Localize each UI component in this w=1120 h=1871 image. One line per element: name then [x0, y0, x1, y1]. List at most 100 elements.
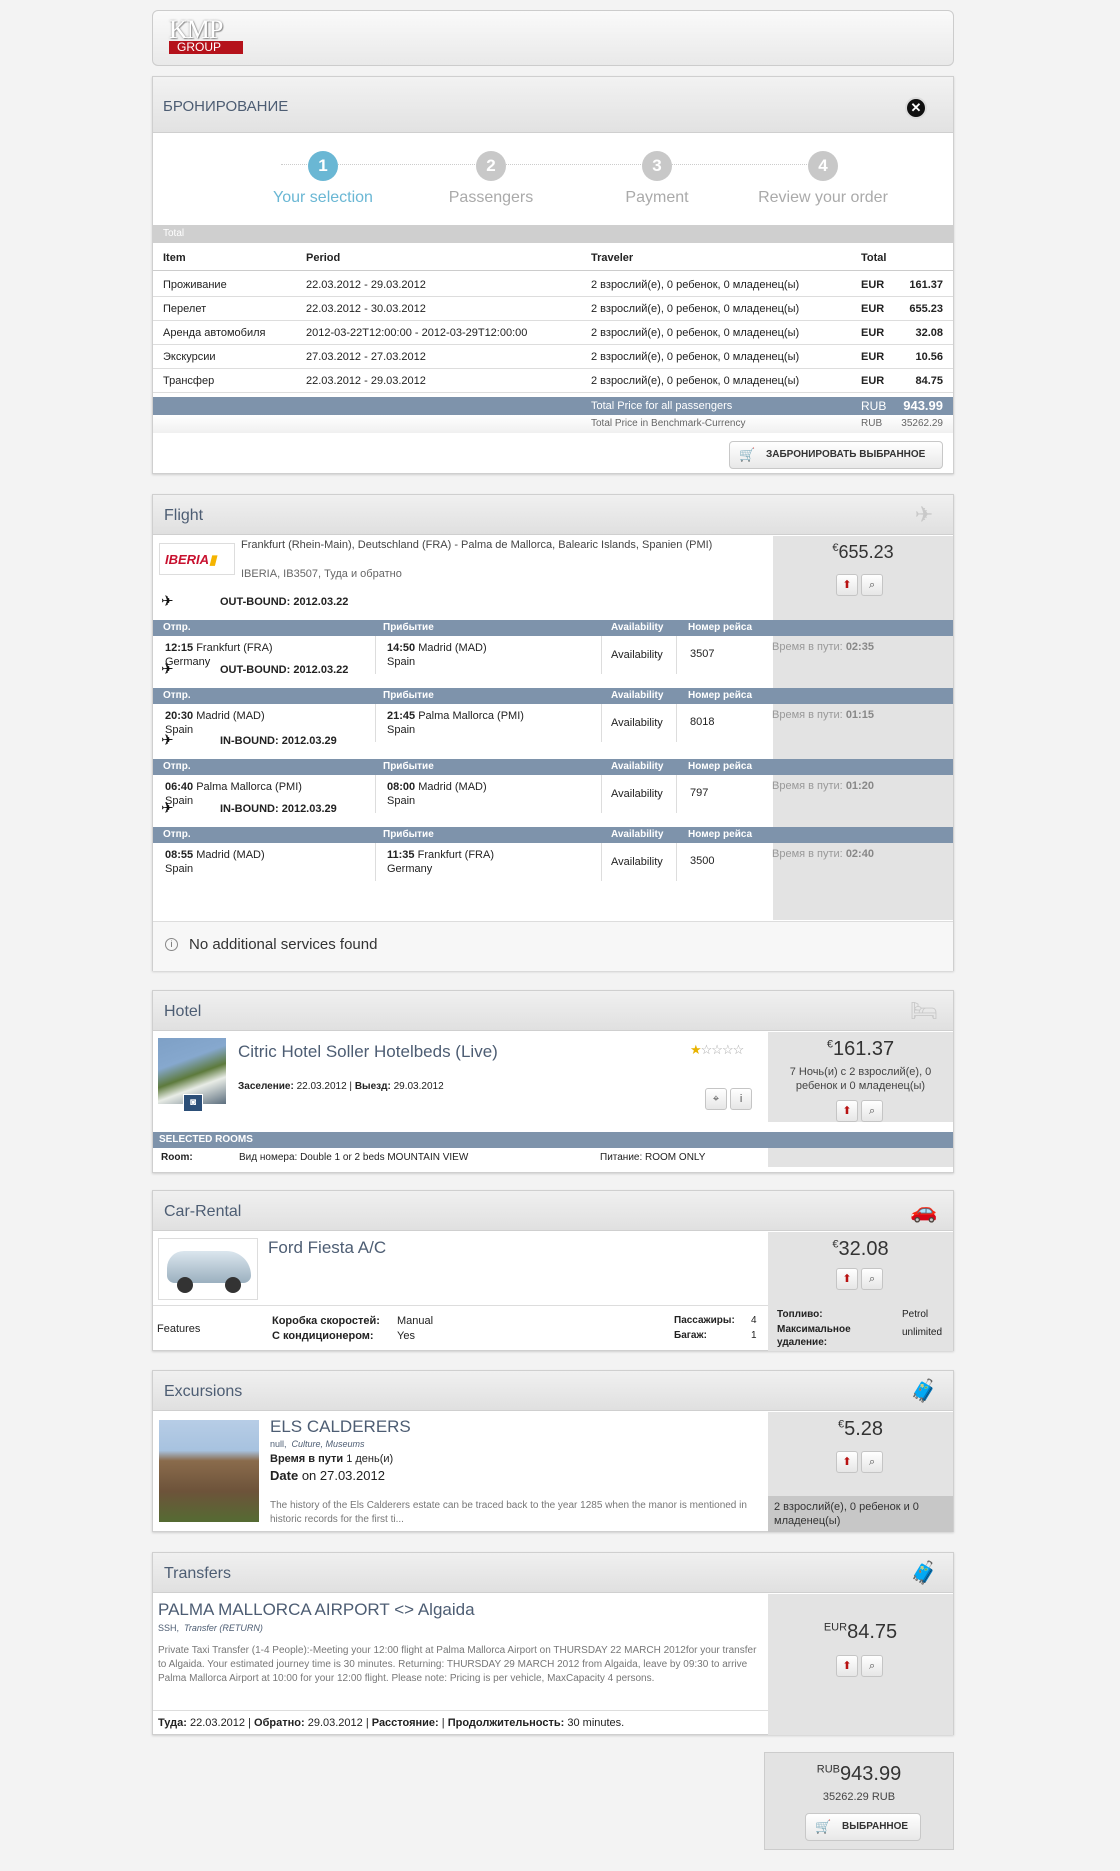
arr-time: 08:00 — [387, 781, 416, 793]
back-date: 29.03.2012 — [307, 1717, 363, 1729]
step-number: 3 — [642, 151, 672, 181]
leg-columns: Отпр. Прибытие Availability Номер рейса — [153, 620, 953, 636]
row-traveler: 2 взрослий(е), 0 ребенок, 0 младенец(ы) — [591, 279, 800, 291]
leg-bound: ✈ OUT-BOUND: 2012.03.22 — [153, 659, 773, 681]
date-label: Date — [270, 1468, 299, 1483]
transfer-panel: Transfers 🧳 PALMA MALLORCA AIRPORT <> Alg… — [152, 1552, 954, 1735]
select-car-button[interactable]: ⬆ — [836, 1268, 858, 1290]
car-panel: Car-Rental 🚗 Ford Fiesta A/C €32.08 ⬆ ⌕ F… — [152, 1190, 954, 1351]
excursion-photo[interactable] — [159, 1420, 259, 1522]
price-amount: 161.37 — [832, 1038, 895, 1060]
camera-icon[interactable]: ◙ — [183, 1094, 203, 1112]
row-item: Перелет — [163, 303, 207, 315]
travel-time: Время в пути: 01:15 — [772, 709, 874, 721]
car-price: €32.08 — [768, 1238, 953, 1261]
transfer-name[interactable]: PALMA MALLORCA AIRPORT <> Algaida — [158, 1600, 475, 1620]
excursion-name[interactable]: ELS CALDERERS — [270, 1417, 411, 1437]
row-amount: 655.23 — [909, 303, 943, 315]
flight-airline: IBERIA, IB3507, Туда и обратно — [241, 568, 402, 580]
col-flight-number: Номер рейса — [688, 761, 753, 772]
total-price-bar: Total Price for all passengers RUB 943.9… — [153, 397, 953, 415]
car-name[interactable]: Ford Fiesta A/C — [268, 1238, 386, 1258]
hotel-name[interactable]: Citric Hotel Soller Hotelbeds (Live) — [238, 1042, 498, 1062]
travel-time: Время в пути: 01:20 — [772, 780, 874, 792]
magnify-icon[interactable]: ⌕ — [861, 1100, 884, 1122]
table-row: Аренда автомобиля 2012-03-22T12:00:00 - … — [153, 321, 953, 345]
select-flight-button[interactable]: ⬆ — [836, 574, 858, 596]
cart-icon: 🛒 — [739, 447, 756, 462]
row-amount: 32.08 — [915, 327, 943, 339]
passengers-label: Пассажиры: — [674, 1315, 735, 1326]
book-selected-button[interactable]: 🛒 ЗАБРОНИРОВАТЬ ВЫБРАННОЕ — [729, 441, 943, 469]
there-date: 22.03.2012 — [189, 1717, 246, 1729]
price-amount: 84.75 — [847, 1621, 898, 1643]
col-availability: Availability — [611, 622, 664, 633]
checkin-date: 22.03.2012 — [296, 1081, 347, 1092]
back-label: Обратно: — [254, 1717, 305, 1729]
col-departure: Отпр. — [163, 829, 191, 840]
room-row: Room: Вид номера: Double 1 or 2 beds MOU… — [153, 1148, 953, 1167]
kmp-group-logo[interactable]: KMP GROUP — [169, 17, 245, 59]
dep-time: 06:40 — [165, 781, 194, 793]
select-hotel-button[interactable]: ⬆ — [836, 1100, 858, 1122]
total-table-columns: Item Period Traveler Total — [153, 243, 953, 271]
select-transfer-button[interactable]: ⬆ — [836, 1655, 858, 1677]
step-4[interactable]: 4 Review your order — [723, 151, 923, 207]
gearbox-label: Коробка скоростей: — [272, 1315, 380, 1327]
col-departure: Отпр. — [163, 690, 191, 701]
total-price-label: Total Price for all passengers — [591, 400, 733, 412]
summary-total: RUB943.99 — [765, 1763, 953, 1786]
availability: Availability — [611, 856, 663, 868]
map-pin-icon[interactable]: ⌖ — [705, 1088, 727, 1110]
airplane-icon: ✈ — [161, 800, 174, 817]
hotel-nights: 7 Ночь(и) с 2 взрослий(е), 0 ребенок и 0… — [789, 1066, 932, 1092]
total-table-body: Проживание 22.03.2012 - 29.03.2012 2 взр… — [153, 273, 953, 393]
bed-icon: 🛏 — [910, 998, 938, 1023]
book-button-label: ЗАБРОНИРОВАТЬ ВЫБРАННОЕ — [766, 449, 926, 460]
arr-place: Madrid (MAD) — [418, 781, 487, 793]
summary-amount: 943.99 — [840, 1763, 902, 1785]
cart-icon: 🛒 — [815, 1819, 832, 1834]
info-icon[interactable]: i — [730, 1088, 753, 1110]
row-period: 2012-03-22T12:00:00 - 2012-03-29T12:00:0… — [306, 327, 528, 339]
room-type: Вид номера: Double 1 or 2 beds MOUNTAIN … — [239, 1152, 469, 1163]
magnify-icon[interactable]: ⌕ — [861, 1268, 884, 1290]
flight-panel: Flight ✈ IBERIA▮ Frankfurt (Rhein-Main), … — [152, 494, 954, 971]
col-total: Total — [861, 252, 887, 264]
bound-label: IN-BOUND: 2012.03.29 — [220, 735, 337, 747]
flight-number: 8018 — [690, 716, 715, 728]
transfer-description: Private Taxi Transfer (1-4 People):-Meet… — [158, 1645, 757, 1684]
dep-time: 12:15 — [165, 642, 194, 654]
close-icon[interactable]: ✕ — [905, 97, 927, 119]
hotel-panel: Hotel 🛏 ◙ Citric Hotel Soller Hotelbeds (… — [152, 990, 954, 1173]
col-traveler: Traveler — [591, 252, 634, 264]
col-item: Item — [163, 252, 186, 264]
arr-country: Germany — [387, 863, 433, 875]
col-arrival: Прибытие — [383, 829, 434, 840]
travel-time-value: 01:15 — [845, 709, 874, 721]
luggage-icon: 🧳 — [910, 1378, 938, 1403]
no-services-row: i No additional services found — [153, 921, 953, 971]
col-arrival: Прибытие — [383, 761, 434, 772]
features-label: Features — [157, 1323, 201, 1335]
flight-route: Frankfurt (Rhein-Main), Deutschland (FRA… — [241, 539, 713, 551]
magnify-icon[interactable]: ⌕ — [861, 574, 884, 596]
row-amount: 10.56 — [915, 351, 943, 363]
col-departure: Отпр. — [163, 622, 191, 633]
duration-value: 1 день(и) — [346, 1453, 394, 1465]
magnify-icon[interactable]: ⌕ — [861, 1655, 884, 1677]
arr-time: 11:35 — [387, 849, 415, 861]
travel-time-label: Время в пути: — [772, 709, 843, 721]
select-excursion-button[interactable]: ⬆ — [836, 1451, 858, 1473]
row-currency: EUR — [861, 327, 885, 339]
room-label: Room: — [161, 1152, 193, 1163]
magnify-icon[interactable]: ⌕ — [861, 1451, 884, 1473]
travel-time-label: Время в пути: — [772, 848, 843, 860]
arr-place: Madrid (MAD) — [418, 642, 487, 654]
select-button[interactable]: 🛒 ВЫБРАННОЕ — [805, 1813, 921, 1841]
excursion-sub: null, Culture, Museums — [270, 1439, 365, 1449]
transfer-duration-label: Продолжительность: — [447, 1717, 565, 1729]
col-availability: Availability — [611, 761, 664, 772]
step-number: 4 — [808, 151, 838, 181]
hotel-photo[interactable]: ◙ — [158, 1038, 226, 1112]
